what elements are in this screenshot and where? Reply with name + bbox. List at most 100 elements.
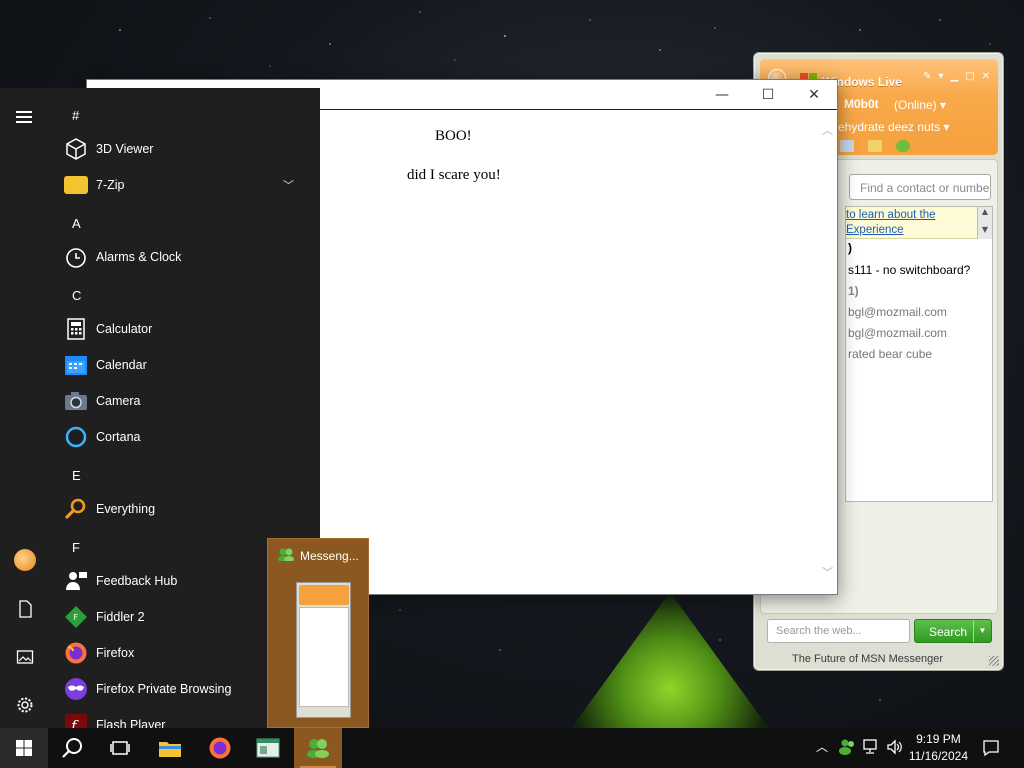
- messenger-taskbar-button[interactable]: [294, 728, 342, 768]
- banner-scroll-arrows[interactable]: ▲ ▼: [977, 207, 992, 239]
- feedback-icon: [66, 572, 87, 590]
- magnifier-icon: [65, 498, 86, 519]
- app-label: Cortana: [96, 430, 141, 444]
- calendar-icon: [65, 356, 87, 375]
- contact-item[interactable]: bgl@mozmail.com: [848, 326, 947, 340]
- search-icon: [62, 738, 82, 758]
- start-button[interactable]: [0, 728, 48, 768]
- resize-grip-icon[interactable]: [989, 656, 999, 666]
- app-alarms-clock[interactable]: Alarms & Clock: [64, 239, 314, 275]
- chevron-down-icon[interactable]: ﹀: [283, 177, 294, 193]
- personal-message-text: ehydrate deez nuts: [838, 120, 941, 134]
- personal-message[interactable]: ehydrate deez nuts ▾: [838, 120, 949, 134]
- display-name[interactable]: M0b0t: [844, 97, 879, 111]
- app-label: Firefox Private Browsing: [96, 682, 232, 696]
- pictures-icon[interactable]: [16, 648, 34, 666]
- start-menu-rail: [0, 88, 50, 728]
- status-dropdown[interactable]: (Online) ▾: [894, 98, 946, 112]
- app-label: Fiddler 2: [96, 610, 145, 624]
- messenger-toolbar: [840, 140, 910, 152]
- group-header-a[interactable]: A: [72, 216, 81, 231]
- minimize-button[interactable]: —: [699, 80, 745, 110]
- hamburger-menu-icon[interactable]: [16, 108, 34, 126]
- app-camera[interactable]: Camera: [64, 383, 314, 419]
- file-explorer-button[interactable]: [146, 728, 194, 768]
- scroll-down-icon[interactable]: ﹀: [822, 564, 833, 580]
- alarm-clock-icon: [66, 248, 86, 268]
- app-calendar[interactable]: Calendar: [64, 347, 314, 383]
- glowing-tent: [570, 592, 770, 730]
- app-cortana[interactable]: Cortana: [64, 419, 314, 455]
- app-label: 3D Viewer: [96, 142, 154, 156]
- messenger-window-controls: ✎ ▾ ▁ □ ✕: [923, 71, 990, 82]
- group-header-e[interactable]: E: [72, 468, 81, 483]
- contact-group-header[interactable]: 1): [848, 284, 859, 298]
- flash-icon: f: [65, 714, 87, 728]
- system-clock[interactable]: 9:19 PM 11/16/2024: [909, 731, 968, 765]
- document-heading: BOO!: [435, 128, 472, 144]
- contact-item[interactable]: bgl@mozmail.com: [848, 305, 947, 319]
- contact-group-header[interactable]: ): [848, 241, 852, 255]
- app-label: Firefox: [96, 646, 135, 660]
- show-hidden-icons-button[interactable]: ︿: [816, 738, 828, 755]
- group-header-c[interactable]: C: [72, 288, 81, 303]
- documents-icon[interactable]: [16, 600, 34, 618]
- menu-arrow-icon[interactable]: ▾: [938, 71, 943, 82]
- svg-text:F: F: [74, 613, 79, 622]
- app-everything[interactable]: Everything: [64, 491, 314, 527]
- mail-icon[interactable]: [840, 140, 854, 152]
- volume-icon[interactable]: [886, 739, 904, 755]
- notifications-icon[interactable]: [982, 739, 1000, 757]
- document-window-controls: — ☐ ✕: [699, 80, 837, 110]
- preview-thumbnail[interactable]: [296, 582, 351, 718]
- camera-icon: [65, 392, 87, 410]
- minimize-button[interactable]: ▁: [950, 71, 958, 82]
- search-button[interactable]: [48, 728, 96, 768]
- contact-search-input[interactable]: Find a contact or numbe: [849, 174, 991, 200]
- scroll-up-icon[interactable]: ︿: [822, 122, 833, 138]
- app-3d-viewer[interactable]: 3D Viewer: [64, 131, 314, 167]
- app-7-zip[interactable]: 7-Zip ﹀: [64, 167, 314, 203]
- web-search-input[interactable]: Search the web...: [767, 619, 910, 643]
- taskbar: ︿ 9:19 PM 11/16/2024: [0, 728, 1024, 768]
- app-label: Camera: [96, 394, 141, 408]
- file-explorer-icon: [159, 742, 181, 757]
- close-button[interactable]: ✕: [982, 71, 990, 82]
- firefox-taskbar-button[interactable]: [196, 728, 244, 768]
- task-view-icon: [110, 741, 130, 755]
- group-header-hash[interactable]: #: [72, 108, 79, 123]
- folder-icon[interactable]: [868, 140, 882, 152]
- buddy-icon[interactable]: [896, 140, 910, 152]
- maximize-button[interactable]: □: [965, 71, 974, 82]
- app-label: 7-Zip: [96, 178, 125, 192]
- messenger-buddy-icon: [278, 548, 294, 561]
- contact-item[interactable]: rated bear cube: [848, 347, 932, 361]
- group-header-f[interactable]: F: [72, 540, 80, 555]
- firefox-icon: [65, 642, 87, 664]
- info-banner-link[interactable]: to learn about the Experience: [846, 207, 977, 239]
- app-taskbar-button[interactable]: [244, 728, 292, 768]
- user-avatar[interactable]: [14, 549, 36, 571]
- search-dropdown-icon[interactable]: ▼: [973, 620, 991, 642]
- app-label: Calendar: [96, 358, 147, 372]
- clock-time: 9:19 PM: [916, 732, 961, 746]
- messenger-buddy-icon: [307, 739, 329, 758]
- document-body-text: did I scare you!: [407, 167, 501, 183]
- maximize-button[interactable]: ☐: [745, 80, 791, 110]
- folder-icon: [64, 176, 88, 194]
- paint-icon[interactable]: ✎: [923, 71, 931, 82]
- settings-gear-icon[interactable]: [16, 696, 34, 714]
- app-label: Calculator: [96, 322, 153, 336]
- app-label: Flash Player: [96, 718, 166, 728]
- messenger-tray-icon[interactable]: [838, 738, 856, 756]
- calculator-icon: [67, 318, 85, 340]
- network-icon[interactable]: [862, 739, 880, 755]
- messenger-footer: The Future of MSN Messenger: [792, 653, 944, 665]
- contact-item[interactable]: s111 - no switchboard?: [848, 263, 970, 277]
- task-view-button[interactable]: [96, 728, 144, 768]
- taskbar-preview[interactable]: Messeng...: [267, 538, 369, 728]
- cube-icon: [66, 138, 86, 160]
- search-button[interactable]: Search ▼: [914, 619, 992, 643]
- close-button[interactable]: ✕: [791, 80, 837, 110]
- app-calculator[interactable]: Calculator: [64, 311, 314, 347]
